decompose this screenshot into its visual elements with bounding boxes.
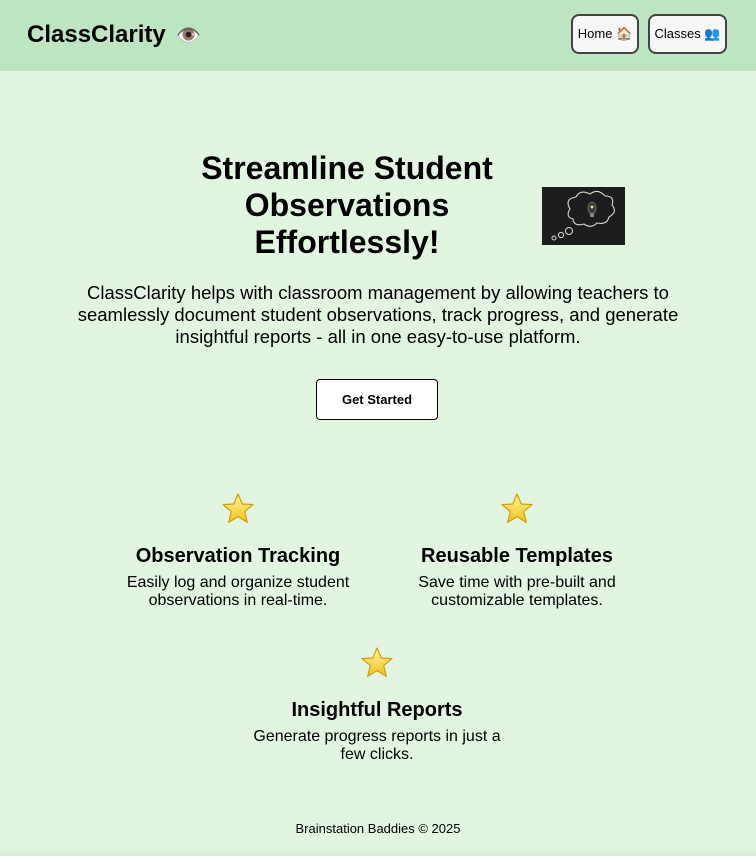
- thought-bubble-icon: [542, 187, 625, 245]
- feature-card: Reusable Templates Save time with pre-bu…: [387, 492, 647, 610]
- hero-description: ClassClarity helps with classroom manage…: [77, 282, 679, 347]
- feature-text: Generate progress reports in just a few …: [253, 728, 501, 763]
- nav-classes-button[interactable]: Classes 👥: [648, 14, 727, 54]
- footer-divider: [0, 848, 756, 856]
- footer-text: Brainstation Baddies © 2025: [295, 821, 461, 836]
- feature-title: Reusable Templates: [421, 545, 613, 567]
- feature-text: Save time with pre-built and customizabl…: [418, 574, 616, 609]
- star-icon: [222, 493, 254, 523]
- star-icon: [361, 647, 393, 677]
- lightbulb-thought-bubble-image: [542, 187, 625, 245]
- nav-home-button[interactable]: Home 🏠: [571, 14, 639, 54]
- hero-title: Streamline Student Observations Effortle…: [201, 150, 493, 260]
- site-header: ClassClarity 👁️ Home 🏠 Classes 👥: [0, 0, 756, 71]
- eye-icon: 👁️: [176, 25, 202, 47]
- brand-logo[interactable]: ClassClarity 👁️: [27, 20, 201, 51]
- feature-card: Insightful Reports Generate progress rep…: [247, 646, 507, 764]
- feature-title: Insightful Reports: [291, 699, 463, 721]
- feature-card: Observation Tracking Easily log and orga…: [108, 492, 368, 610]
- brand-name: ClassClarity: [27, 21, 166, 48]
- get-started-button[interactable]: Get Started: [316, 379, 438, 420]
- star-icon: [501, 493, 533, 523]
- feature-text: Easily log and organize student observat…: [126, 574, 350, 609]
- feature-title: Observation Tracking: [135, 545, 341, 567]
